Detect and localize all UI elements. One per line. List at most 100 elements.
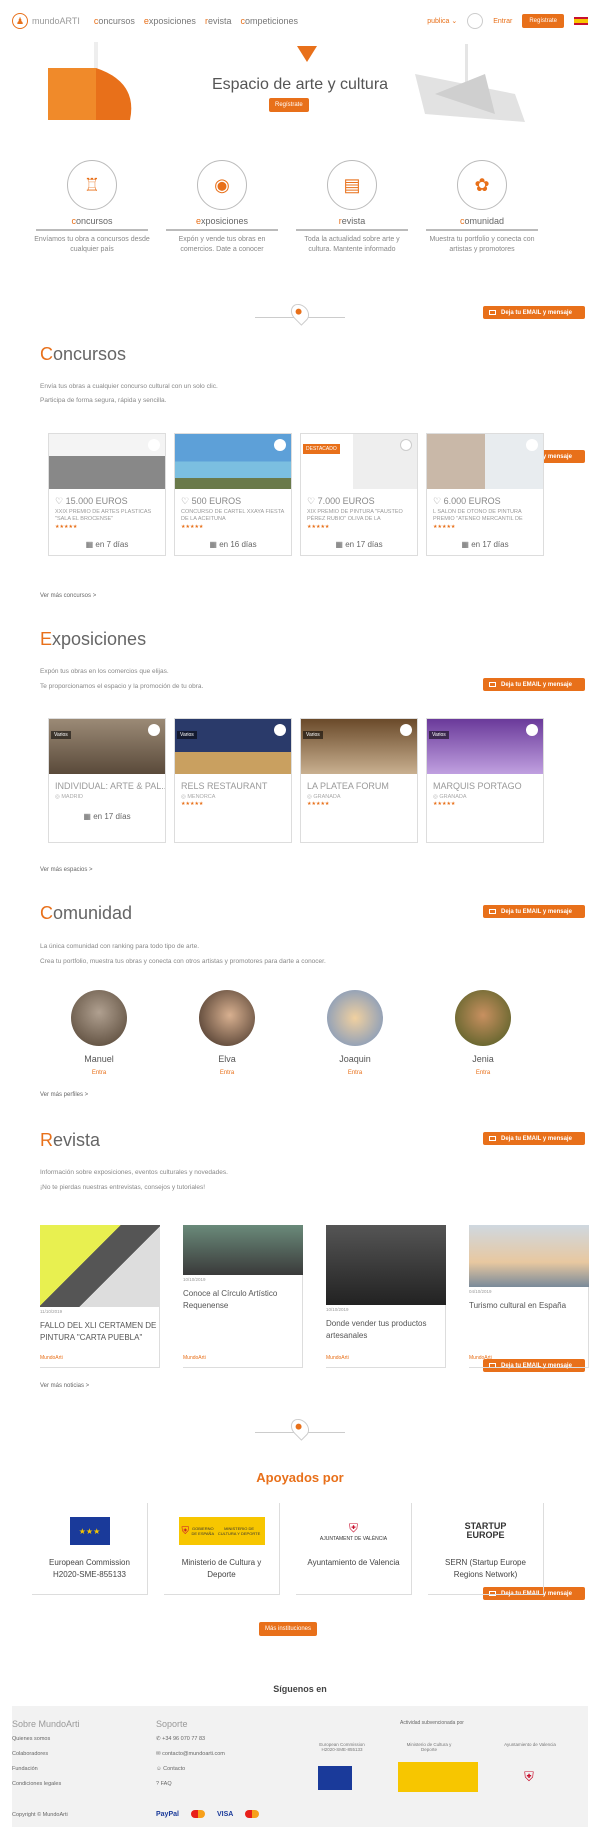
email-message-button[interactable]: Deja tu EMAIL y mensaje	[483, 678, 585, 691]
contest-prize: ♡ 15.000 EUROS	[49, 489, 165, 509]
hero-register-button[interactable]: Regístrate	[269, 98, 309, 112]
nav-revista[interactable]: revista	[205, 16, 232, 26]
rating-stars: ★★★★★	[55, 524, 78, 530]
nav-concursos[interactable]: concursos	[94, 16, 135, 26]
contest-card[interactable]: ♡ 500 EUROS CONCURSO DE CARTEL XXAYA FIE…	[174, 433, 292, 556]
hero-orange-shape	[48, 42, 132, 120]
logo-text: mundoARTI	[32, 16, 80, 26]
profile-enter-link[interactable]: Entra	[177, 1070, 277, 1076]
contest-image	[175, 434, 291, 489]
email-message-button[interactable]: Deja tu EMAIL y mensaje	[483, 1132, 585, 1145]
article-date: 10/10/2019	[183, 1277, 206, 1282]
eu-flag-icon	[318, 1766, 352, 1790]
profile-enter-link[interactable]: Entra	[433, 1070, 533, 1076]
register-button[interactable]: Regístrate	[522, 14, 564, 28]
nav-competiciones[interactable]: competiciones	[240, 16, 298, 26]
contest-prize-value: 15.000 EUROS	[65, 496, 128, 506]
supporter-name: Ministerio de Cultura y Deporte	[181, 1558, 262, 1579]
profile-enter-link[interactable]: Entra	[49, 1070, 149, 1076]
article-date: 04/10/2019	[469, 1289, 492, 1294]
article-title: Turismo cultural en España	[469, 1301, 567, 1310]
contest-card[interactable]: DESTACADO ♡ 7.000 EUROS XIX PREMIO DE PI…	[300, 433, 418, 556]
footer-link[interactable]: Condiciones legales	[12, 1777, 80, 1792]
calendar-icon: ▦	[85, 540, 96, 549]
profile-card[interactable]: Manuel Entra	[49, 990, 149, 1076]
more-institutions-button[interactable]: Más instituciones	[259, 1622, 318, 1636]
space-name: INDIVIDUAL: ARTE & PAL...	[55, 781, 165, 791]
favorite-toggle[interactable]	[148, 724, 160, 736]
contest-prize: ♡ 6.000 EUROS	[427, 489, 543, 509]
nav-exposiciones[interactable]: exposiciones	[144, 16, 196, 26]
search-icon[interactable]	[467, 13, 484, 29]
supporter-card[interactable]: ⛨ GOBIERNO DE ESPAÑA MINISTERIO DE CULTURA…	[164, 1503, 280, 1595]
footer-link[interactable]: Quienes somos	[12, 1732, 80, 1747]
profile-card[interactable]: Jenia Entra	[433, 990, 533, 1076]
contest-name: CONCURSO DE CARTEL XXAYA FIESTA DE LA AC…	[181, 509, 284, 522]
favorite-toggle[interactable]	[148, 439, 160, 451]
article-card[interactable]: 11/10/2019 FALLO DEL XLI CERTAMEN DE PIN…	[40, 1225, 160, 1368]
more-spaces-link[interactable]: Ver más espacios >	[40, 867, 93, 873]
favorite-toggle[interactable]	[274, 439, 286, 451]
more-profiles-link[interactable]: Ver más perfiles >	[40, 1092, 88, 1098]
subsidy-ayuntamiento: Ayuntamiento de Valencia	[504, 1742, 556, 1747]
profile-card[interactable]: Elva Entra	[177, 990, 277, 1076]
email-message-button[interactable]: Deja tu EMAIL y mensaje	[483, 905, 585, 918]
space-type: Varios	[429, 731, 449, 739]
email-message-button[interactable]: Deja tu EMAIL y mensaje	[483, 306, 585, 319]
footer-email-value: contacto@mundoarti.com	[162, 1751, 225, 1757]
supporter-card[interactable]: STARTUP EUROPE SERN (Startup Europe Regio…	[428, 1503, 544, 1595]
favorite-toggle[interactable]	[526, 724, 538, 736]
article-image	[40, 1225, 160, 1307]
hero	[0, 42, 600, 152]
rating-stars: ★★★★★	[181, 524, 204, 530]
logo-startup-2: EUROPE	[466, 1530, 505, 1540]
rating-stars: ★★★★★	[433, 801, 456, 807]
space-card[interactable]: Varios LA PLATEA FORUM ◎ GRANADA ★★★★★	[300, 718, 418, 843]
favorite-toggle[interactable]	[526, 439, 538, 451]
footer-phone[interactable]: ✆ +34 96 070 77 83	[156, 1732, 225, 1747]
more-news-link[interactable]: Ver más noticias >	[40, 1383, 89, 1389]
space-card[interactable]: Varios RELS RESTAURANT ◎ MENORCA ★★★★★	[174, 718, 292, 843]
email-button-label: Deja tu EMAIL y mensaje	[501, 681, 572, 688]
footer-faq[interactable]: ? FAQ	[156, 1777, 225, 1792]
feature-concursos[interactable]: ♖ concursos Envíamos tu obra a concursos…	[32, 160, 152, 255]
footer-faq-value: FAQ	[160, 1781, 172, 1787]
footer-link[interactable]: Colaboradores	[12, 1747, 80, 1762]
feature-revista[interactable]: ▤ revista Toda la actualidad sobre arte …	[292, 160, 412, 255]
contest-prize-value: 500 EUROS	[191, 496, 242, 506]
space-card[interactable]: Varios INDIVIDUAL: ARTE & PAL... ◎ MADRI…	[48, 718, 166, 843]
header: ♟ mundoARTI concursos exposiciones revis…	[0, 0, 600, 42]
trophy-icon: ♡	[307, 496, 318, 506]
article-card[interactable]: 10/10/2019 Conoce al Círculo Artístico R…	[183, 1225, 303, 1368]
supporter-name: Ayuntamiento de Valencia	[307, 1558, 400, 1567]
footer-link[interactable]: Fundación	[12, 1762, 80, 1777]
article-card[interactable]: 10/10/2019 Donde vender tus productos ar…	[326, 1225, 446, 1368]
login-link[interactable]: Entrar	[493, 18, 512, 25]
article-card[interactable]: 04/10/2019 Turismo cultural en España Mu…	[469, 1225, 589, 1368]
contest-prize-value: 6.000 EUROS	[443, 496, 501, 506]
favorite-toggle[interactable]	[400, 724, 412, 736]
contest-name: XXIX PREMIO DE ARTES PLÁSTICAS "SALA EL …	[55, 509, 152, 522]
contest-card[interactable]: ♡ 15.000 EUROS XXIX PREMIO DE ARTES PLÁS…	[48, 433, 166, 556]
space-name: MARQUIS PORTAGO	[433, 781, 522, 791]
publish-dropdown[interactable]: publica ⌄	[427, 17, 457, 25]
favorite-toggle[interactable]	[400, 439, 412, 451]
feature-comunidad[interactable]: ✿ comunidad Muestra tu portfolio y conec…	[422, 160, 542, 255]
supporter-card[interactable]: ★★★ European Commission H2020-SME-855133	[32, 1503, 148, 1595]
profile-enter-link[interactable]: Entra	[305, 1070, 405, 1076]
more-contests-link[interactable]: Ver más concursos >	[40, 593, 96, 599]
profile-card[interactable]: Joaquin Entra	[305, 990, 405, 1076]
footer-contact[interactable]: ☺ Contacto	[156, 1762, 225, 1777]
subsidy-eu: European Commission H2020-SME-855133	[319, 1742, 365, 1752]
feature-exposiciones[interactable]: ◉ exposiciones Expón y vende tus obras e…	[162, 160, 282, 255]
space-card[interactable]: Varios MARQUIS PORTAGO ◎ GRANADA ★★★★★	[426, 718, 544, 843]
spain-flag-icon[interactable]	[574, 17, 588, 25]
ministerio-logo	[398, 1762, 478, 1792]
supporter-card[interactable]: ⛨ AJUNTAMENT DE VALÈNCIA Ayuntamiento de …	[296, 1503, 412, 1595]
main-nav: concursos exposiciones revista competici…	[94, 16, 298, 26]
logo[interactable]: ♟ mundoARTI	[12, 13, 80, 29]
contest-card[interactable]: ♡ 6.000 EUROS L SALÓN DE OTOÑO DE PINTUR…	[426, 433, 544, 556]
favorite-toggle[interactable]	[274, 724, 286, 736]
footer-email[interactable]: ✉ contacto@mundoarti.com	[156, 1747, 225, 1762]
envelope-icon	[489, 909, 496, 914]
